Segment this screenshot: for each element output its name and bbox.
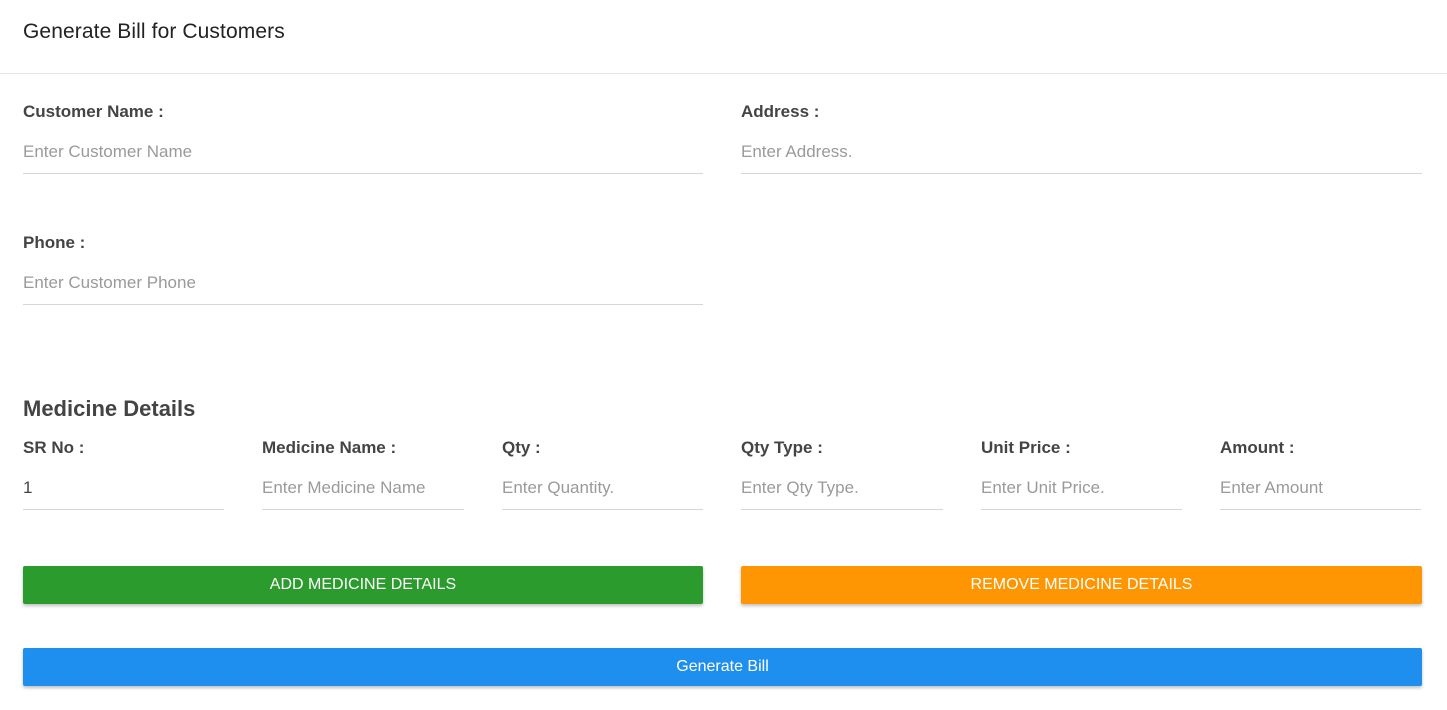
generate-bill-button[interactable]: Generate Bill [23,648,1422,686]
unit-price-field: Unit Price : [981,437,1182,510]
page-title: Generate Bill for Customers [23,20,285,43]
amount-label: Amount : [1220,438,1295,457]
address-label: Address : [741,102,820,121]
phone-field: Phone : [23,232,703,305]
amount-field: Amount : [1220,437,1421,510]
medicine-name-field: Medicine Name : [262,437,464,510]
unit-price-label: Unit Price : [981,438,1071,457]
qty-label: Qty : [502,438,541,457]
unit-price-input[interactable] [981,466,1182,510]
medicine-name-label: Medicine Name : [262,438,397,457]
phone-input[interactable] [23,261,703,305]
qty-input[interactable] [502,466,703,510]
qty-field: Qty : [502,437,703,510]
sr-no-input[interactable] [23,466,224,510]
address-field: Address : [741,101,1422,174]
remove-medicine-details-button[interactable]: REMOVE MEDICINE DETAILS [741,566,1422,604]
phone-label: Phone : [23,233,86,252]
sr-no-label: SR No : [23,438,85,457]
customer-name-field: Customer Name : [23,101,703,174]
address-input[interactable] [741,130,1422,174]
medicine-name-input[interactable] [262,466,464,510]
qty-type-field: Qty Type : [741,437,943,510]
page-header: Generate Bill for Customers [0,0,1447,74]
qty-type-label: Qty Type : [741,438,823,457]
qty-type-input[interactable] [741,466,943,510]
medicine-details-title: Medicine Details [23,396,196,421]
customer-name-input[interactable] [23,130,703,174]
amount-input[interactable] [1220,466,1421,510]
sr-no-field: SR No : [23,437,224,510]
customer-name-label: Customer Name : [23,102,164,121]
add-medicine-details-button[interactable]: ADD MEDICINE DETAILS [23,566,703,604]
